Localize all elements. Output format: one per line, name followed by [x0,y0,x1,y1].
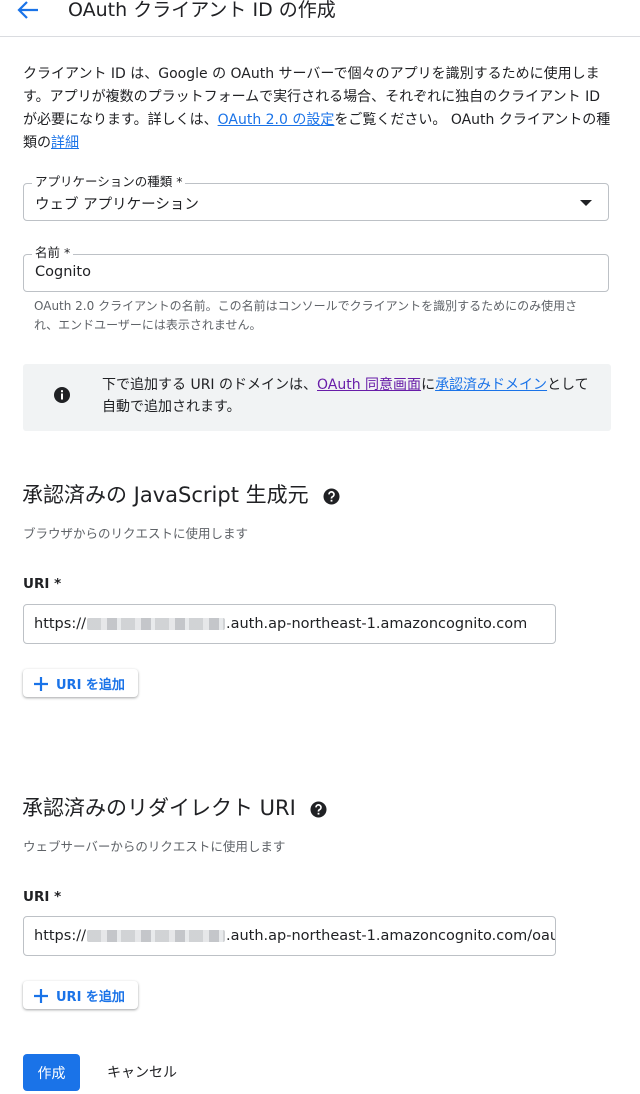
help-icon[interactable] [310,799,327,817]
application-type-value: ウェブ アプリケーション [35,197,199,213]
redirect-uris-description: ウェブサーバーからのリクエストに使用します [23,839,286,854]
help-icon[interactable] [323,486,340,504]
info-text: 下で追加する URI のドメインは、OAuth 同意画面に承認済みドメインとして… [102,374,592,418]
authorized-domains-link[interactable]: 承認済みドメイン [435,377,547,393]
js-origin-uri-input[interactable]: https:// .auth.ap-northeast-1.amazoncogni… [23,604,556,644]
name-label: 名前 * [32,245,74,261]
arrow-back-icon[interactable] [16,0,40,20]
info-icon [53,386,71,404]
plus-icon [34,676,48,691]
info-text-2: に [421,377,436,393]
redirect-uri-value: https:// .auth.ap-northeast-1.amazoncogni… [34,928,556,944]
top-bar: OAuth クライアント ID の作成 [0,0,640,37]
js-origins-uri-label: URI * [23,576,62,592]
uri-suffix: .auth.ap-northeast-1.amazoncognito.com [225,616,528,632]
add-uri-label: URI を追加 [56,989,125,1005]
details-link[interactable]: 詳細 [51,135,79,151]
redirect-uri-label: URI * [23,889,62,905]
name-value: Cognito [35,264,91,280]
redacted-domain [86,930,225,942]
add-js-origin-uri-button[interactable]: URI を追加 [23,669,138,697]
domain-info-box: 下で追加する URI のドメインは、OAuth 同意画面に承認済みドメインとして… [23,364,611,431]
name-hint: OAuth 2.0 クライアントの名前。この名前はコンソールでクライアントを識別… [34,299,578,332]
redacted-domain [86,618,225,630]
oauth-settings-link[interactable]: OAuth 2.0 の設定 [218,112,335,128]
add-redirect-uri-button[interactable]: URI を追加 [23,981,138,1009]
page-title: OAuth クライアント ID の作成 [68,0,336,21]
name-field[interactable]: 名前 * Cognito [23,245,609,292]
plus-icon [34,988,48,1003]
redirect-uri-input[interactable]: https:// .auth.ap-northeast-1.amazoncogni… [23,916,556,956]
js-origins-title-text: 承認済みの JavaScript 生成元 [22,483,309,507]
oauth-consent-link[interactable]: OAuth 同意画面 [317,377,421,393]
uri-prefix: https:// [34,928,86,944]
js-origins-description: ブラウザからのリクエストに使用します [23,526,249,541]
redirect-uris-title-text: 承認済みのリダイレクト URI [22,796,296,820]
js-origin-uri-value: https:// .auth.ap-northeast-1.amazoncogni… [34,616,527,632]
application-type-select[interactable]: アプリケーションの種類 * ウェブ アプリケーション [23,174,609,221]
uri-suffix: .auth.ap-northeast-1.amazoncognito.com/o… [225,928,556,944]
cancel-button[interactable]: キャンセル [107,1062,177,1082]
application-type-label: アプリケーションの種類 * [32,174,186,190]
add-uri-label: URI を追加 [56,677,125,693]
intro-paragraph: クライアント ID は、Google の OAuth サーバーで個々のアプリを識… [23,63,618,155]
create-button[interactable]: 作成 [23,1054,80,1091]
dropdown-arrow-icon [580,200,592,206]
info-text-1: 下で追加する URI のドメインは、 [102,377,318,393]
js-origins-title: 承認済みの JavaScript 生成元 [22,479,340,509]
redirect-uris-title: 承認済みのリダイレクト URI [22,792,327,822]
uri-prefix: https:// [34,616,86,632]
